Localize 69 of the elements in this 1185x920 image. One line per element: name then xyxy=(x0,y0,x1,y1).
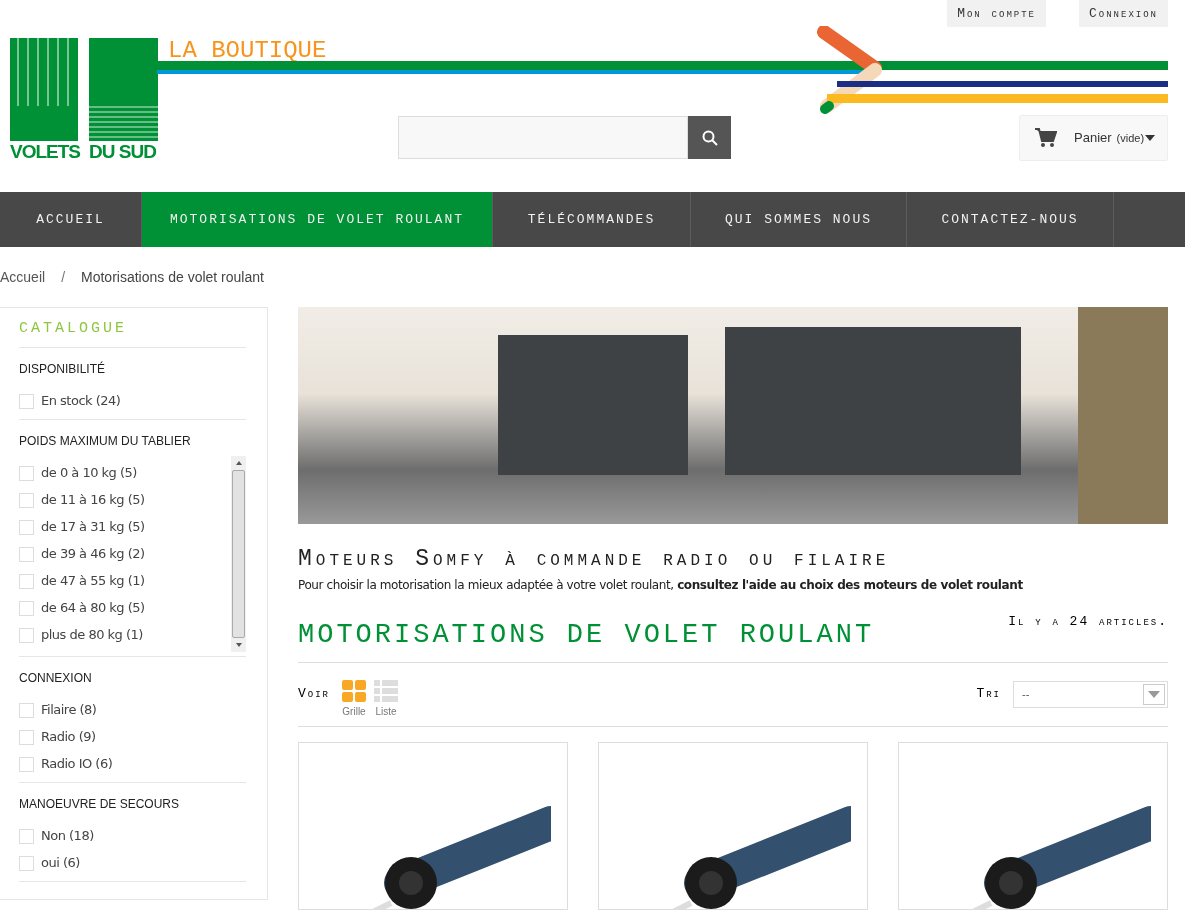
checkbox[interactable] xyxy=(19,546,34,562)
filter-option[interactable]: Radio (9) xyxy=(41,727,96,747)
category-title: MOTORISATIONS DE VOLET ROULANT xyxy=(298,618,875,652)
tagline: LA BOUTIQUE xyxy=(168,36,327,66)
nav-tab[interactable]: TÉLÉCOMMANDES xyxy=(493,192,691,247)
filter-option[interactable]: plus de 80 kg (1) xyxy=(41,625,143,645)
breadcrumb-link[interactable]: Motorisations de volet roulant xyxy=(81,266,264,288)
search-icon xyxy=(701,129,718,146)
scroll-up-icon[interactable] xyxy=(235,460,242,465)
checkbox[interactable] xyxy=(19,702,34,718)
sort-label: Tri xyxy=(976,685,1001,704)
view-label: Voir xyxy=(298,685,330,704)
checkbox[interactable] xyxy=(19,855,34,871)
checkbox[interactable] xyxy=(19,492,34,508)
logo-text: DU SUD xyxy=(89,142,156,162)
filter-heading: MANOEUVRE DE SECOURS xyxy=(19,795,181,813)
view-toggle[interactable]: Grille xyxy=(342,679,366,719)
logo-shutters-icon xyxy=(10,38,158,141)
list-icon xyxy=(374,679,398,702)
caret-icon xyxy=(1145,135,1156,141)
checkbox[interactable] xyxy=(19,756,34,772)
header-link[interactable]: Mon compte xyxy=(947,0,1046,27)
checkbox[interactable] xyxy=(19,627,34,643)
filter-option[interactable]: de 64 à 80 kg (5) xyxy=(41,598,145,618)
nav-tab[interactable]: CONTACTEZ-NOUS xyxy=(907,192,1114,247)
filter-heading: CONNEXION xyxy=(19,669,93,687)
filter-option[interactable]: de 17 à 31 kg (5) xyxy=(41,517,145,537)
filter-heading: DISPONIBILITÉ xyxy=(19,360,107,378)
scroll-down-icon[interactable] xyxy=(235,642,242,647)
checkbox[interactable] xyxy=(19,828,34,844)
filter-option[interactable]: de 11 à 16 kg (5) xyxy=(41,490,145,510)
scrollbar-thumb[interactable] xyxy=(232,469,245,638)
cart-icon xyxy=(1035,128,1057,148)
filter-option[interactable]: En stock (24) xyxy=(41,391,121,411)
filter-option[interactable]: Non (18) xyxy=(41,826,94,846)
filter-option[interactable]: Filaire (8) xyxy=(41,700,97,720)
search-button[interactable] xyxy=(688,116,731,159)
sort-dropdown[interactable]: -- xyxy=(1013,680,1168,708)
product-count: Il y a 24 articles. xyxy=(1008,613,1168,631)
checkbox[interactable] xyxy=(19,465,34,481)
checkbox[interactable] xyxy=(19,573,34,589)
nav-tab[interactable]: QUI SOMMES NOUS xyxy=(691,192,907,247)
breadcrumb-separator: / xyxy=(61,267,66,287)
header-link[interactable]: Connexion xyxy=(1079,0,1168,27)
logo[interactable]: VOLETS DU SUD xyxy=(10,38,158,162)
scrollbar[interactable] xyxy=(231,455,246,652)
checkbox[interactable] xyxy=(19,519,34,535)
filter-option[interactable]: Radio IO (6) xyxy=(41,754,113,774)
sidebar-title: CATALOGUE xyxy=(19,308,246,348)
checkbox[interactable] xyxy=(19,729,34,745)
cart-button[interactable]: Panier (vide) xyxy=(1019,115,1168,161)
filter-heading: POIDS MAXIMUM DU TABLIER xyxy=(19,432,192,450)
search-field[interactable] xyxy=(398,116,688,159)
product-card[interactable] xyxy=(898,741,1168,910)
category-heading: Moteurs Somfy à commande radio ou filaire xyxy=(298,545,891,574)
checkbox[interactable] xyxy=(19,600,34,616)
checkbox[interactable] xyxy=(19,393,34,409)
filter-option[interactable]: de 47 à 55 kg (1) xyxy=(41,571,145,591)
filter-option[interactable]: de 39 à 46 kg (2) xyxy=(41,544,145,564)
view-toggle[interactable]: Liste xyxy=(374,679,398,719)
logo-text: VOLETS xyxy=(10,142,80,162)
product-card[interactable] xyxy=(298,741,568,910)
product-card[interactable] xyxy=(598,741,868,910)
breadcrumb-link[interactable]: Accueil xyxy=(0,266,46,288)
grid-icon xyxy=(342,679,366,702)
category-intro: Pour choisir la motorisation la mieux adaptée à votre volet roulant, consultez l'aide au choix des moteurs de volet roulant xyxy=(298,577,1024,594)
nav-tab[interactable]: MOTORISATIONS DE VOLET ROULANT xyxy=(142,192,493,247)
filter-option[interactable]: oui (6) xyxy=(41,853,80,873)
filter-option[interactable]: de 0 à 10 kg (5) xyxy=(41,463,137,483)
